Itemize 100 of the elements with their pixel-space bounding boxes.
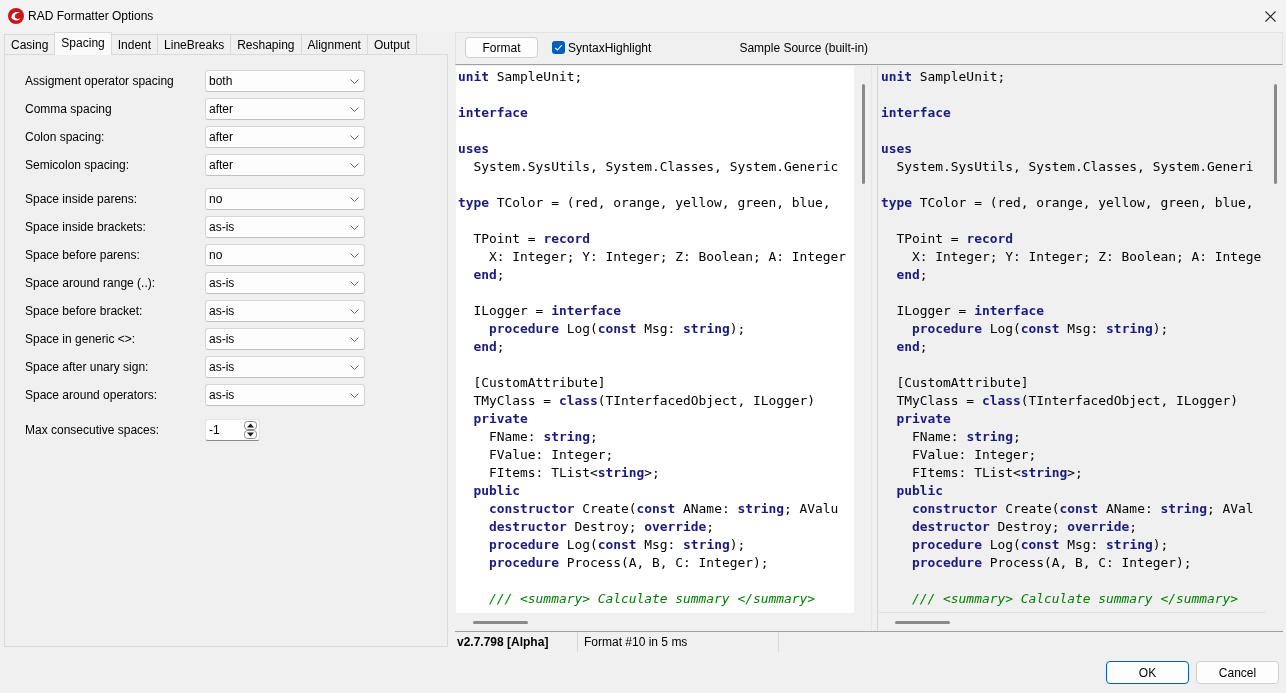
- code-line: [CustomAttribute]: [895, 375, 1029, 390]
- code-line: FValue: Integer;: [911, 447, 1037, 462]
- code-line: private: [895, 411, 951, 426]
- setting-label: Space before parens:: [25, 248, 141, 262]
- code-line: interface: [881, 105, 951, 120]
- dropdown[interactable]: no: [205, 188, 365, 210]
- code-line: procedure Log(const Msg: string);: [911, 537, 1169, 552]
- logo-icon: [8, 8, 24, 24]
- dropdown[interactable]: after: [205, 154, 365, 176]
- dropdown[interactable]: as-is: [205, 356, 365, 378]
- code-line: destructor Destroy; override;: [488, 519, 715, 534]
- code-line: type TColor = (red, orange, yellow, green, blue,: [881, 195, 1254, 210]
- code-line: unit SampleUnit;: [458, 69, 583, 84]
- chevron-down-icon: [350, 106, 359, 112]
- code-line: end;: [472, 339, 505, 354]
- code-line: FValue: Integer;: [488, 447, 614, 462]
- code-line: unit SampleUnit;: [881, 69, 1006, 84]
- code-line: FItems: TList<string>;: [911, 465, 1083, 480]
- number-field[interactable]: -1: [205, 419, 260, 441]
- code-line: System.SysUtils, System.Classes, System.Generic: [472, 159, 839, 174]
- dropdown[interactable]: as-is: [205, 328, 365, 350]
- dropdown[interactable]: as-is: [205, 384, 365, 406]
- setting-label: Assigment operator spacing: [25, 74, 175, 88]
- dialog-button[interactable]: OK: [1106, 661, 1189, 684]
- status-message: Format #10 in 5 ms: [584, 635, 688, 649]
- dropdown[interactable]: as-is: [205, 216, 365, 238]
- setting-label: Comma spacing: [25, 102, 113, 116]
- chevron-down-icon: [350, 162, 359, 168]
- setting-label: Space around operators:: [25, 388, 159, 402]
- tab[interactable]: Reshaping: [230, 34, 302, 54]
- code-line: uses: [458, 141, 490, 156]
- setting-label: Space before bracket:: [25, 304, 144, 318]
- code-line: end;: [472, 267, 505, 282]
- code-line: constructor Create(const AName: string; AValu: [488, 501, 839, 516]
- checkbox[interactable]: [552, 41, 565, 54]
- code-editor[interactable]: [456, 66, 854, 613]
- tab[interactable]: Output: [366, 34, 417, 54]
- code-line: type TColor = (red, orange, yellow, green, blue,: [458, 195, 831, 210]
- chevron-down-icon: [350, 308, 359, 314]
- code-line: procedure Log(const Msg: string);: [488, 537, 746, 552]
- code-line: private: [472, 411, 528, 426]
- code-line: procedure Process(A, B, C: Integer);: [488, 555, 769, 570]
- code-line: /// <summary> Calculate summary </summary>: [488, 591, 815, 606]
- format-button[interactable]: Format: [465, 37, 538, 58]
- scroll-thumb[interactable]: [862, 84, 865, 184]
- code-line: FName: string;: [488, 429, 598, 444]
- dropdown[interactable]: both: [205, 70, 365, 92]
- code-line: destructor Destroy; override;: [911, 519, 1138, 534]
- close-icon[interactable]: [1265, 10, 1276, 22]
- code-line: [CustomAttribute]: [472, 375, 606, 390]
- dropdown[interactable]: after: [205, 98, 365, 120]
- code-line: /// <summary> Calculate summary </summary>: [911, 591, 1238, 606]
- dropdown[interactable]: as-is: [205, 272, 365, 294]
- dropdown[interactable]: no: [205, 244, 365, 266]
- setting-label: Semicolon spacing:: [25, 158, 131, 172]
- setting-label: Space in generic <>:: [25, 332, 137, 346]
- chevron-down-icon: [350, 196, 359, 202]
- source-label: Sample Source (built-in): [739, 40, 869, 55]
- dropdown[interactable]: as-is: [205, 300, 365, 322]
- tab[interactable]: Alignment: [300, 34, 368, 54]
- scroll-thumb[interactable]: [1274, 84, 1277, 184]
- code-line: System.SysUtils, System.Classes, System.Generi: [895, 159, 1254, 174]
- code-line: public: [472, 483, 521, 498]
- code-line: procedure Process(A, B, C: Integer);: [911, 555, 1192, 570]
- chevron-down-icon: [350, 224, 359, 230]
- code-line: TMyClass = class(TInterfacedObject, ILogger): [472, 393, 816, 408]
- code-line: ILogger = interface: [895, 303, 1044, 318]
- scroll-thumb[interactable]: [473, 621, 528, 624]
- setting-label: Space inside brackets:: [25, 220, 147, 234]
- dialog-button[interactable]: Cancel: [1196, 661, 1279, 684]
- code-line: X: Integer; Y: Integer; Z: Boolean; A: Intege: [911, 249, 1262, 264]
- code-line: public: [895, 483, 944, 498]
- chevron-down-icon: [350, 364, 359, 370]
- chevron-down-icon: [350, 336, 359, 342]
- code-line: procedure Log(const Msg: string);: [911, 321, 1169, 336]
- chevron-down-icon: [350, 280, 359, 286]
- setting-label: Max consecutive spaces:: [25, 423, 161, 437]
- code-line: end;: [895, 339, 928, 354]
- chevron-down-icon: [350, 78, 359, 84]
- code-line: FName: string;: [911, 429, 1021, 444]
- code-line: TPoint = record: [895, 231, 1013, 246]
- code-line: constructor Create(const AName: string; AVal: [911, 501, 1254, 516]
- code-line: X: Integer; Y: Integer; Z: Boolean; A: Integer: [488, 249, 847, 264]
- code-line: FItems: TList<string>;: [488, 465, 660, 480]
- code-line: uses: [881, 141, 913, 156]
- up-down-arrows-icon[interactable]: [244, 421, 257, 439]
- window-title: RAD Formatter Options: [28, 9, 154, 23]
- setting-label: Colon spacing:: [25, 130, 106, 144]
- scroll-thumb[interactable]: [895, 621, 950, 624]
- setting-label: Space around range (..):: [25, 276, 157, 290]
- tab[interactable]: Casing: [4, 34, 56, 54]
- dropdown[interactable]: after: [205, 126, 365, 148]
- code-line: TPoint = record: [472, 231, 590, 246]
- chevron-down-icon: [350, 392, 359, 398]
- checkbox-label[interactable]: SyntaxHighlight: [568, 40, 652, 55]
- code-line: TMyClass = class(TInterfacedObject, ILogger): [895, 393, 1239, 408]
- version-label: v2.7.798 [Alpha]: [457, 635, 549, 649]
- tab[interactable]: Spacing: [54, 32, 112, 55]
- code-line: procedure Log(const Msg: string);: [488, 321, 746, 336]
- code-line: end;: [895, 267, 928, 282]
